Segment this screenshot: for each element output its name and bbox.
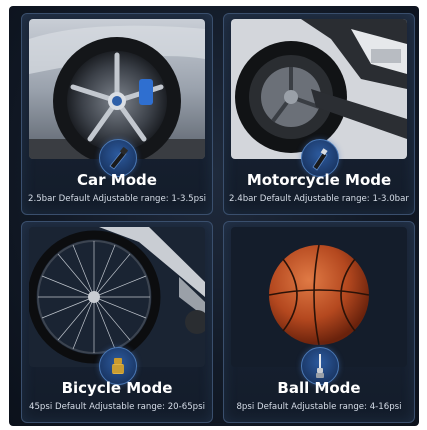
motorcycle-mode-card[interactable]: Motorcycle Mode 2.4bar Default Adjustabl… (223, 13, 415, 215)
car-mode-card[interactable]: Car Mode 2.5bar Default Adjustable range… (21, 13, 213, 215)
basketball-photo (231, 227, 407, 367)
card-subtitle: 45psi Default Adjustable range: 20-65psi (28, 402, 206, 412)
ball-mode-card[interactable]: Ball Mode 8psi Default Adjustable range:… (223, 221, 415, 423)
car-wheel-photo (29, 19, 205, 159)
bicycle-mode-card[interactable]: Bicycle Mode 45psi Default Adjustable ra… (21, 221, 213, 423)
card-subtitle: 8psi Default Adjustable range: 4-16psi (236, 402, 402, 412)
bicycle-wheel-photo (29, 227, 205, 367)
card-title: Car Mode (77, 171, 157, 189)
card-title: Bicycle Mode (61, 379, 173, 397)
card-subtitle: 2.4bar Default Adjustable range: 1-3.0ba… (229, 194, 409, 204)
modes-panel: Car Mode 2.5bar Default Adjustable range… (9, 6, 419, 426)
card-title: Motorcycle Mode (246, 171, 392, 189)
card-subtitle: 2.5bar Default Adjustable range: 1-3.5ps… (28, 194, 206, 204)
card-title: Ball Mode (277, 379, 361, 397)
motorcycle-wheel-photo (231, 19, 407, 159)
